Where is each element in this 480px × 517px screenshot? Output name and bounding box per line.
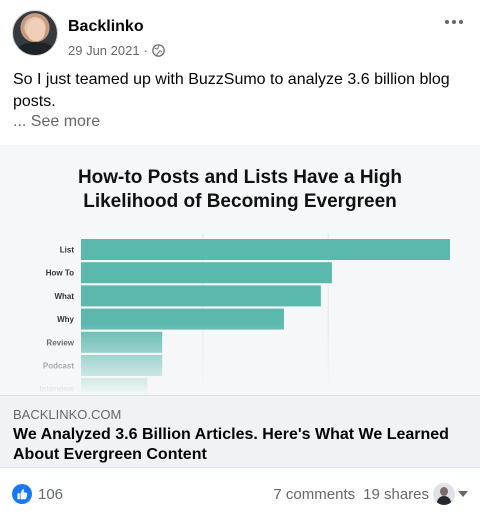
comments-count[interactable]: 7 comments [273,486,355,503]
bar-list [81,239,450,260]
author-avatar[interactable] [12,10,58,56]
category-label: What [54,292,74,301]
more-dot [445,20,449,24]
like-count: 106 [38,485,64,503]
engagement-stats: 7 comments 19 shares [273,486,429,503]
link-preview[interactable]: BACKLINKO.COM We Analyzed 3.6 Billion Ar… [0,395,480,468]
reaction-summary[interactable]: 106 [12,484,63,504]
shares-count[interactable]: 19 shares [363,486,429,503]
bar-what [81,285,321,307]
post-text: So I just teamed up with BuzzSumo to ana… [13,71,450,110]
more-dot [452,20,456,24]
chart-image[interactable]: ListHow ToWhatWhyReviewPodcastInterview … [0,145,480,395]
chart-fade-overlay [0,323,480,395]
see-more-link[interactable]: ... See more [13,113,100,131]
category-label: List [60,246,75,255]
viewer-body [437,496,451,505]
post-meta: 29 Jun 2021 · [68,43,165,58]
thumbs-up-icon [17,489,28,500]
author-name[interactable]: Backlinko [68,18,144,36]
viewer-avatar[interactable] [433,483,455,505]
category-label: How To [46,269,74,278]
meta-separator: · [143,43,148,58]
avatar-face [27,19,45,41]
more-icon[interactable] [442,13,466,31]
post-header: Backlinko 29 Jun 2021 · [12,10,468,62]
globe-icon [152,44,165,57]
caret-down-icon[interactable] [458,491,468,497]
link-domain: BACKLINKO.COM [13,407,122,422]
chart-title: How-to Posts and Lists Have a High Likel… [77,167,403,212]
like-icon [12,484,32,504]
viewer-face [440,487,448,496]
category-label: Why [57,315,74,324]
avatar-shirt [17,42,55,55]
more-dot [459,20,463,24]
bar-how-to [81,262,332,284]
link-title[interactable]: We Analyzed 3.6 Billion Articles. Here's… [13,425,467,465]
post-date[interactable]: 29 Jun 2021 [68,43,140,58]
